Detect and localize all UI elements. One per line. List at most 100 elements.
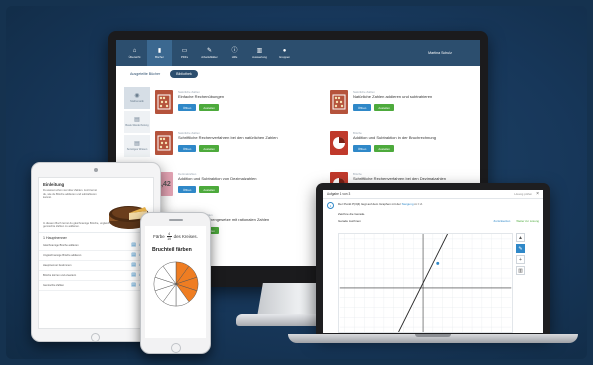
- book-actions: ÖffnenAusteilen: [178, 145, 303, 152]
- phone-home-button[interactable]: [171, 343, 181, 353]
- sidebar-item-subject[interactable]: ▤ Basis-Wiederholung: [124, 111, 150, 133]
- pen-icon[interactable]: ✎: [516, 244, 525, 253]
- exercise-title: Gleichnamige Brüche addieren: [43, 243, 79, 247]
- graph-tools: ▲ ✎ + ▥: [516, 233, 526, 275]
- sidebar-item-subject[interactable]: ▤ Sonstiges Wissen: [124, 135, 150, 157]
- abacus-icon: [157, 135, 171, 151]
- phone-task-title: Bruchteil färben: [152, 246, 192, 253]
- nav-item-user[interactable]: ● Gruppen: [272, 40, 297, 66]
- laptop-notch: [415, 334, 451, 337]
- exercise-row[interactable]: Gleichnamige Brüche addieren▤⌕✎: [39, 241, 153, 251]
- book-title[interactable]: Addition und Subtraktion in der Bruchrec…: [353, 135, 478, 140]
- open-button[interactable]: Öffnen: [353, 145, 372, 152]
- book-cover[interactable]: [155, 131, 173, 155]
- abacus-icon: [332, 94, 346, 110]
- slope-link[interactable]: Steigung: [402, 202, 414, 206]
- exercise-title: Brüche kürzen und erweitern: [43, 273, 77, 277]
- exercise-title: Aufgabe 1 von 3: [327, 192, 351, 196]
- distribute-button[interactable]: Austeilen: [199, 145, 219, 152]
- book-icon: ▤: [134, 116, 140, 123]
- close-icon[interactable]: ×: [536, 191, 539, 197]
- fraction-denominator: 10: [167, 236, 172, 241]
- check-solution-link[interactable]: Lösung prüfen: [514, 192, 532, 196]
- document-icon[interactable]: ▤: [131, 252, 136, 258]
- tablet-home-button[interactable]: [91, 333, 100, 342]
- exercise-title: Gemischte Zahlen: [43, 283, 65, 287]
- coordinate-graph[interactable]: [338, 233, 513, 333]
- book-icon: ▤: [134, 140, 140, 147]
- chart-icon: ▥: [256, 47, 263, 54]
- distribute-button[interactable]: Austeilen: [374, 145, 394, 152]
- nav-item-label: Arbeitsblätter: [201, 54, 218, 59]
- cursor-icon[interactable]: ▲: [516, 233, 525, 242]
- book-actions: ÖffnenAusteilen: [353, 145, 478, 152]
- exercise-row[interactable]: Brüche kürzen und erweitern▤⌕✎: [39, 271, 153, 281]
- plus-icon[interactable]: +: [516, 255, 525, 264]
- book-cover[interactable]: [330, 131, 348, 155]
- point-p[interactable]: [436, 261, 440, 265]
- task-text: Der Punkt P(3|4) liegt auf dem Graphen m…: [338, 202, 423, 207]
- abacus-icon: [157, 94, 171, 110]
- nav-item-home[interactable]: ⌂ Übersicht: [122, 40, 147, 66]
- book-actions: ÖffnenAusteilen: [178, 186, 303, 193]
- sidebar-item-label: Basis-Wiederholung: [125, 123, 149, 127]
- subject-sidebar: ◉ Mathematik ▤ Basis-Wiederholung ▤ Sonstiges…: [124, 87, 150, 159]
- file-icon: ▭: [181, 47, 188, 54]
- sidebar-item-subject[interactable]: ◉ Mathematik: [124, 87, 150, 109]
- distribute-button[interactable]: Austeilen: [199, 104, 219, 111]
- open-button[interactable]: Öffnen: [178, 145, 197, 152]
- tablet-intro: Du weisst schon viel über Zahlen. Jetzt …: [43, 189, 97, 200]
- book-card: 0,42 Dezimalzahlen Addition und Subtraktio…: [155, 172, 303, 196]
- exercise-row[interactable]: Gemischte Zahlen▤⌕✎: [39, 281, 153, 291]
- document-icon[interactable]: ▤: [131, 242, 136, 248]
- fraction-pie[interactable]: [152, 260, 200, 308]
- nav-item-books[interactable]: ▮ Bücher: [147, 40, 172, 66]
- next-button[interactable]: Weiter zur Lösung: [516, 219, 539, 223]
- tablet-section-title: 1 Hauptnenner: [39, 231, 153, 241]
- task-end: m = 2.: [414, 202, 423, 206]
- trash-icon[interactable]: ▥: [516, 266, 525, 275]
- book-cover[interactable]: [330, 90, 348, 114]
- nav-item-file[interactable]: ▭ PDFs: [172, 40, 197, 66]
- book-title[interactable]: Einfache Rechenübungen: [178, 94, 303, 99]
- book-title[interactable]: Schriftliche Rechenverfahren bei den Dez…: [353, 176, 478, 181]
- main-nav: ⌂ Übersicht ▮ Bücher ▭ PDFs ✎ Arbeitsblätter ⓘ Hi…: [116, 40, 480, 66]
- nav-item-info[interactable]: ⓘ Hilfe: [222, 40, 247, 66]
- tab-distributed-books[interactable]: Ausgeteilte Bücher: [124, 70, 166, 78]
- book-cover[interactable]: [155, 90, 173, 114]
- distribute-button[interactable]: Austeilen: [199, 186, 219, 193]
- open-button[interactable]: Öffnen: [178, 104, 197, 111]
- nav-item-notes[interactable]: ✎ Arbeitsblätter: [197, 40, 222, 66]
- document-icon[interactable]: ▤: [131, 282, 136, 288]
- nav-item-chart[interactable]: ▥ Auswertung: [247, 40, 272, 66]
- document-icon[interactable]: ▤: [131, 272, 136, 278]
- open-button[interactable]: Öffnen: [178, 186, 197, 193]
- document-icon[interactable]: ▤: [131, 262, 136, 268]
- book-title[interactable]: Addition und Subtraktion von Dezimalzahl…: [178, 176, 303, 181]
- user-icon: ●: [282, 47, 287, 54]
- fraction: 4 10: [166, 232, 172, 241]
- reset-button[interactable]: Zurücksetzen: [494, 219, 511, 223]
- exercise-row[interactable]: Ungleichnamige Brüche addieren▤⌕✎: [39, 251, 153, 261]
- exercise-header: Aufgabe 1 von 3 Lösung prüfen ×: [323, 190, 543, 199]
- book-card-body: Natürliche Zahlen Einfache Rechenübungen Ö…: [178, 90, 303, 114]
- tab-library[interactable]: Bibliothek: [170, 70, 198, 78]
- book-title[interactable]: Schriftliche Rechenverfahren bei den nat…: [178, 135, 303, 140]
- book-card: Natürliche Zahlen Natürliche Zahlen addie…: [330, 90, 478, 114]
- pie-icon: [333, 137, 345, 149]
- book-card: Natürliche Zahlen Schriftliche Rechenverf…: [155, 131, 303, 155]
- phone-speaker: [169, 219, 183, 221]
- book-card: Brüche Addition und Subtraktion in der Br…: [330, 131, 478, 155]
- user-name[interactable]: Martina Schulz: [400, 40, 480, 66]
- sidebar-item-label: Mathematik: [130, 99, 144, 103]
- task-row: 1 Der Punkt P(3|4) liegt auf dem Graphen…: [323, 199, 543, 212]
- exercise-title: Ungleichnamige Brüche addieren: [43, 253, 82, 257]
- eye-icon: ◉: [134, 92, 140, 99]
- tablet-exercise-list: Gleichnamige Brüche addieren▤⌕✎Ungleichn…: [39, 241, 153, 291]
- book-actions: ÖffnenAusteilen: [353, 104, 478, 111]
- graph-tool-title: Gerade zeichnen: [338, 219, 361, 223]
- distribute-button[interactable]: Austeilen: [374, 104, 394, 111]
- open-button[interactable]: Öffnen: [353, 104, 372, 111]
- book-title[interactable]: Natürliche Zahlen addieren und subtrahie…: [353, 94, 478, 99]
- exercise-row[interactable]: Hauptnenner bestimmen▤⌕✎: [39, 261, 153, 271]
